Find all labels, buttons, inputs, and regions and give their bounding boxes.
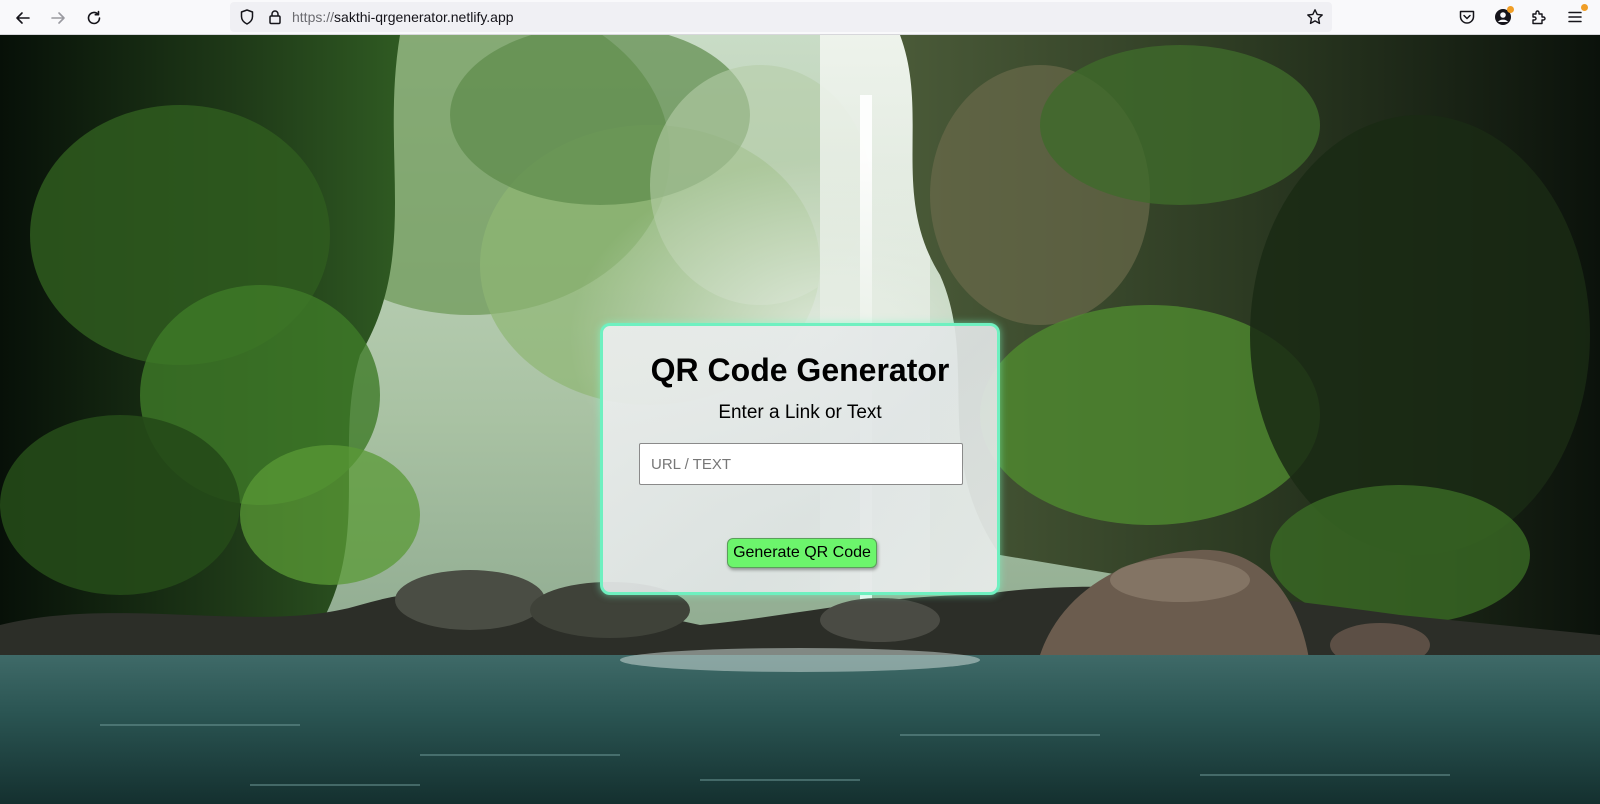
account-button[interactable] <box>1492 6 1514 28</box>
background-photo: QR Code Generator Enter a Link or Text G… <box>0 35 1600 804</box>
pocket-icon <box>1459 10 1475 24</box>
arrow-right-icon <box>51 12 65 24</box>
url-text-input[interactable] <box>639 443 963 485</box>
reload-button[interactable] <box>80 4 108 32</box>
url-text[interactable]: https://sakthi-qrgenerator.netlify.app <box>292 9 514 25</box>
extensions-button[interactable] <box>1528 6 1550 28</box>
generate-qr-code-button[interactable]: Generate QR Code <box>727 538 877 568</box>
page-title: QR Code Generator <box>650 352 950 388</box>
hamburger-menu-icon <box>1568 11 1582 23</box>
url-scheme: https:// <box>292 9 335 25</box>
input-label: Enter a Link or Text <box>718 402 882 423</box>
menu-button[interactable] <box>1564 4 1588 28</box>
back-button[interactable] <box>9 4 37 32</box>
star-icon[interactable] <box>1306 8 1324 26</box>
lock-icon[interactable] <box>266 8 284 26</box>
qr-generator-card: QR Code Generator Enter a Link or Text G… <box>600 323 1000 595</box>
url-bar[interactable]: https://sakthi-qrgenerator.netlify.app <box>230 2 1332 32</box>
forward-button[interactable] <box>44 4 72 32</box>
browser-toolbar: https://sakthi-qrgenerator.netlify.app <box>0 0 1600 35</box>
update-dot <box>1581 4 1588 11</box>
puzzle-icon <box>1532 10 1546 25</box>
tracking-shield-icon[interactable] <box>238 8 256 26</box>
reload-icon <box>87 10 101 25</box>
url-host: sakthi-qrgenerator.netlify.app <box>334 9 514 25</box>
notification-dot <box>1507 6 1514 13</box>
arrow-left-icon <box>16 12 30 24</box>
pocket-button[interactable] <box>1456 6 1478 28</box>
